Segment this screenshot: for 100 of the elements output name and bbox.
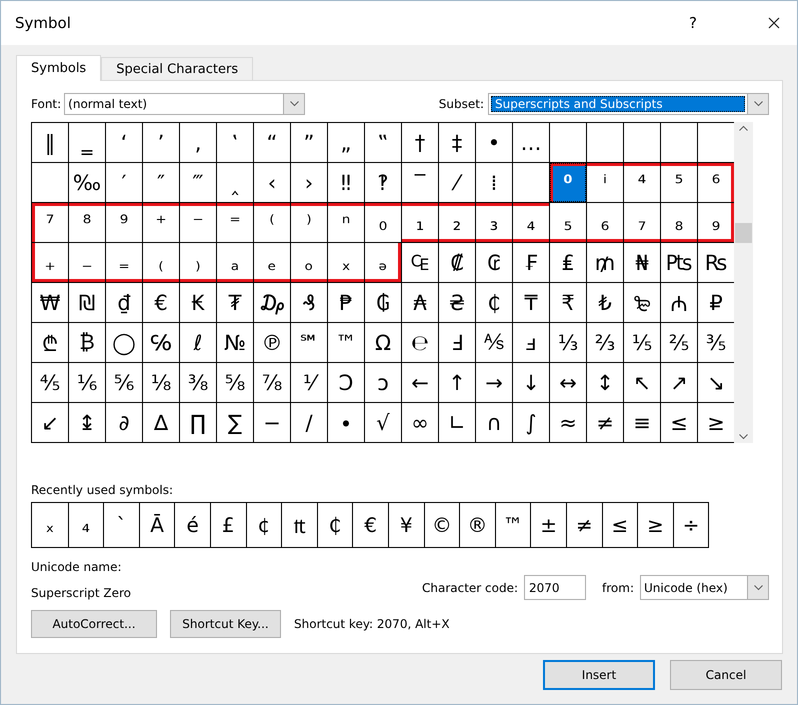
symbol-cell[interactable]: ⁾: [291, 203, 327, 242]
symbol-cell[interactable]: ₑ: [254, 243, 290, 282]
symbol-cell[interactable]: ₍: [143, 243, 179, 282]
symbol-cell[interactable]: ™: [328, 323, 364, 362]
symbol-cell[interactable]: ₸: [513, 283, 549, 322]
symbol-cell[interactable]: ←: [402, 363, 438, 402]
symbol-cell[interactable]: ⁻: [180, 203, 216, 242]
tab[interactable]: Symbols: [16, 55, 102, 81]
symbol-cell[interactable]: ⁵: [661, 163, 697, 202]
symbol-cell[interactable]: ↨: [69, 403, 105, 442]
symbol-cell[interactable]: ’: [143, 123, 179, 162]
symbol-cell[interactable]: ₰: [291, 283, 327, 322]
symbol-cell[interactable]: ⅔: [587, 323, 623, 362]
tab[interactable]: Special Characters: [101, 57, 254, 80]
symbol-cell[interactable]: ∙: [328, 403, 364, 442]
symbol-cell[interactable]: ⅟: [291, 363, 327, 402]
symbol-cell[interactable]: ↗: [661, 363, 697, 402]
symbol-cell[interactable]: ₩: [32, 283, 68, 322]
symbol-cell[interactable]: [624, 123, 660, 162]
symbol-cell[interactable]: ℅: [143, 323, 179, 362]
symbol-cell[interactable]: ₱: [328, 283, 364, 322]
symbol-cell[interactable]: ≠: [587, 403, 623, 442]
symbol-cell[interactable]: ◯: [106, 323, 142, 362]
symbol-cell[interactable]: ₳: [402, 283, 438, 322]
symbol-cell[interactable]: ₴: [439, 283, 475, 322]
symbol-cell[interactable]: ∏: [180, 403, 216, 442]
symbol-cell[interactable]: Ⅎ: [439, 323, 475, 362]
symbol-cell[interactable]: ‘: [106, 123, 142, 162]
symbol-cell[interactable]: ↑: [439, 363, 475, 402]
symbol-cell[interactable]: ₪: [69, 283, 105, 322]
symbol-cell[interactable]: ₎: [180, 243, 216, 282]
symbol-cell[interactable]: ‽: [365, 163, 401, 202]
symbol-cell[interactable]: [32, 163, 68, 202]
symbol-cell[interactable]: ‟: [365, 123, 401, 162]
symbol-cell[interactable]: ≈: [550, 403, 586, 442]
symbol-cell[interactable]: −: [254, 403, 290, 442]
symbol-cell[interactable]: ₺: [587, 283, 623, 322]
symbol-cell[interactable]: ₥: [587, 243, 623, 282]
symbol-cell[interactable]: ∆: [143, 403, 179, 442]
symbol-cell[interactable]: “: [254, 123, 290, 162]
symbol-cell[interactable]: ⁸: [69, 203, 105, 242]
symbol-cell[interactable]: ″: [143, 163, 179, 202]
symbol-cell[interactable]: ₈: [661, 203, 697, 242]
symbol-cell[interactable]: ”: [291, 123, 327, 162]
symbol-cell[interactable]: ›: [291, 163, 327, 202]
dialog-button[interactable]: Insert: [543, 660, 655, 690]
symbol-cell[interactable]: ₉: [698, 203, 734, 242]
symbol-cell[interactable]: Ω: [365, 323, 401, 362]
symbol-cell[interactable]: ‾: [402, 163, 438, 202]
symbol-cell[interactable]: ↙: [32, 403, 68, 442]
symbol-cell[interactable]: ℓ: [180, 323, 216, 362]
symbol-cell[interactable]: ‗: [69, 123, 105, 162]
scroll-down-icon[interactable]: [739, 434, 748, 440]
symbol-cell[interactable]: ∞: [402, 403, 438, 442]
symbol-cell[interactable]: ⁹: [106, 203, 142, 242]
symbol-cell[interactable]: ∟: [439, 403, 475, 442]
symbol-cell[interactable]: ₿: [69, 323, 105, 362]
symbol-cell[interactable]: ₐ: [217, 243, 253, 282]
scroll-thumb[interactable]: [735, 223, 752, 243]
symbol-cell[interactable]: ₄: [513, 203, 549, 242]
symbol-cell[interactable]: ⅝: [217, 363, 253, 402]
symbol-cell[interactable]: ⅚: [106, 363, 142, 402]
symbol-cell[interactable]: ∕: [291, 403, 327, 442]
symbol-cell[interactable]: →: [476, 363, 512, 402]
symbol-cell[interactable]: †: [402, 123, 438, 162]
symbol-cell[interactable]: ₦: [624, 243, 660, 282]
symbol-cell[interactable]: ↘: [698, 363, 734, 402]
symbol-cell[interactable]: [698, 123, 734, 162]
symbol-cell[interactable]: ₧: [661, 243, 697, 282]
symbol-cell[interactable]: ⅎ: [513, 323, 549, 362]
font-dropdown[interactable]: (normal text): [64, 93, 306, 115]
symbol-cell[interactable]: ∂: [106, 403, 142, 442]
symbol-cell[interactable]: ₮: [217, 283, 253, 322]
symbol-cell[interactable]: ≥: [698, 403, 734, 442]
symbol-cell[interactable]: [513, 163, 549, 202]
symbol-cell[interactable]: ‖: [32, 123, 68, 162]
symbol-cell[interactable]: €: [143, 283, 179, 322]
symbol-cell[interactable]: ₃: [476, 203, 512, 242]
symbol-cell[interactable]: ‼: [328, 163, 364, 202]
symbol-cell[interactable]: ‰: [69, 163, 105, 202]
symbol-cell[interactable]: ⅛: [143, 363, 179, 402]
symbol-cell[interactable]: ⁄: [439, 163, 475, 202]
symbol-cell[interactable]: ⅗: [698, 323, 734, 362]
caret-icon[interactable]: [754, 101, 762, 107]
symbol-cell[interactable]: ⅘: [32, 363, 68, 402]
symbol-cell[interactable]: ‡: [439, 123, 475, 162]
subset-dropdown[interactable]: Superscripts and Subscripts: [488, 93, 769, 115]
symbol-cell[interactable]: ‹: [254, 163, 290, 202]
symbol-cell[interactable]: ⅓: [550, 323, 586, 362]
symbol-cell[interactable]: ₓ: [328, 243, 364, 282]
symbol-cell[interactable]: ⅜: [180, 363, 216, 402]
symbol-cell[interactable]: ⁰: [550, 163, 586, 202]
symbol-cell[interactable]: ₀: [365, 203, 401, 242]
symbol-cell[interactable]: ↄ: [365, 363, 401, 402]
symbol-cell[interactable]: ₾: [32, 323, 68, 362]
symbol-cell[interactable]: ⅞: [254, 363, 290, 402]
symbol-cell[interactable]: ⅍: [476, 323, 512, 362]
symbol-cell[interactable]: ⁶: [698, 163, 734, 202]
symbol-cell[interactable]: №: [217, 323, 253, 362]
symbol-cell[interactable]: ₇: [624, 203, 660, 242]
